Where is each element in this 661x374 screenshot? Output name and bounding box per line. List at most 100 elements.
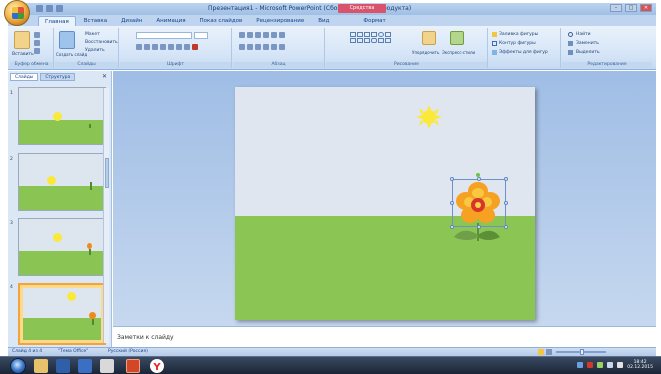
slides-panel-scrollbar[interactable]	[103, 88, 109, 343]
line-spacing-icon[interactable]	[271, 32, 277, 38]
resize-handle-nw[interactable]	[450, 177, 454, 181]
tab-review[interactable]: Рецензирование	[250, 16, 310, 26]
arrange-button[interactable]	[422, 31, 436, 45]
close-panel-icon[interactable]: ✕	[102, 73, 107, 80]
font-name-field[interactable]	[136, 32, 192, 39]
shape-fill-button[interactable]: Заливка фигуры	[499, 32, 538, 37]
redo-icon[interactable]	[56, 5, 63, 12]
resize-handle-s[interactable]	[477, 225, 481, 229]
minimize-button[interactable]: –	[610, 4, 622, 12]
cut-icon[interactable]	[34, 32, 40, 38]
zoom-slider-knob[interactable]	[580, 349, 584, 355]
slide-thumbnail-2[interactable]	[18, 153, 106, 211]
slide-canvas[interactable]	[235, 87, 535, 320]
bold-icon[interactable]	[136, 44, 142, 50]
text-direction-icon[interactable]	[279, 32, 285, 38]
volume-tray-icon[interactable]	[607, 362, 614, 368]
office-button[interactable]	[4, 0, 30, 26]
resize-handle-ne[interactable]	[504, 177, 508, 181]
shape-heart-icon[interactable]	[378, 38, 384, 43]
paste-button[interactable]	[14, 31, 30, 49]
shape-arrow-icon[interactable]	[371, 32, 377, 37]
shadow-icon[interactable]	[168, 44, 174, 50]
explorer-icon[interactable]	[34, 359, 48, 373]
language-tray-icon[interactable]	[577, 362, 584, 368]
shape-more-icon[interactable]	[385, 38, 391, 43]
font-size-field[interactable]	[194, 32, 208, 39]
smartart-icon[interactable]	[279, 44, 285, 50]
notes-pane[interactable]: Заметки к слайду	[113, 326, 656, 347]
resize-handle-sw[interactable]	[450, 225, 454, 229]
shape-brace-icon[interactable]	[350, 38, 356, 43]
spacing-icon[interactable]	[176, 44, 182, 50]
start-button[interactable]	[10, 358, 26, 374]
shape-outline-button[interactable]: Контур фигуры	[499, 41, 536, 46]
security-tray-icon[interactable]	[587, 362, 594, 368]
justify-icon[interactable]	[263, 44, 269, 50]
tab-home[interactable]: Главная	[38, 16, 76, 26]
shapes-gallery[interactable]	[350, 32, 391, 43]
close-button[interactable]: ✕	[640, 4, 652, 12]
resize-handle-n[interactable]	[477, 177, 481, 181]
view-normal-icon[interactable]	[538, 349, 544, 355]
shape-star-icon[interactable]	[357, 38, 363, 43]
language-indicator[interactable]: Русский (Россия)	[108, 349, 148, 354]
shape-rect-icon[interactable]	[350, 32, 356, 37]
tab-format[interactable]: Формат	[357, 16, 391, 26]
network-tray-icon[interactable]	[597, 362, 604, 368]
media-player-icon[interactable]	[56, 359, 70, 373]
tab-animation[interactable]: Анимация	[150, 16, 191, 26]
save-icon[interactable]	[36, 5, 43, 12]
bullets-icon[interactable]	[239, 32, 245, 38]
format-painter-icon[interactable]	[34, 48, 40, 54]
shape-oval-icon[interactable]	[378, 32, 384, 37]
tab-insert[interactable]: Вставка	[78, 16, 113, 26]
copy-icon[interactable]	[34, 40, 40, 46]
font-color-icon[interactable]	[192, 44, 198, 50]
powerpoint-icon[interactable]	[126, 359, 140, 373]
taskbar-clock[interactable]: 18:42 02.12.2015	[627, 360, 653, 370]
new-slide-button[interactable]	[59, 31, 75, 49]
shape-rect-icon[interactable]	[357, 32, 363, 37]
sun-shape[interactable]	[413, 105, 445, 129]
scrollbar-thumb[interactable]	[105, 158, 109, 188]
reset-button[interactable]: Восстановить	[85, 40, 118, 45]
slide-thumbnail-4[interactable]	[18, 283, 106, 345]
view-sorter-icon[interactable]	[546, 349, 552, 355]
select-button[interactable]: Выделить	[576, 50, 600, 55]
shape-rounded-icon[interactable]	[371, 38, 377, 43]
increase-indent-icon[interactable]	[263, 32, 269, 38]
strikethrough-icon[interactable]	[160, 44, 166, 50]
align-right-icon[interactable]	[255, 44, 261, 50]
delete-slide-button[interactable]: Удалить	[85, 48, 105, 53]
columns-icon[interactable]	[271, 44, 277, 50]
layout-button[interactable]: Макет	[85, 32, 100, 37]
decrease-indent-icon[interactable]	[255, 32, 261, 38]
tab-outline[interactable]: Структура	[40, 73, 76, 81]
resize-handle-e[interactable]	[504, 201, 508, 205]
italic-icon[interactable]	[144, 44, 150, 50]
find-button[interactable]: Найти	[576, 32, 591, 37]
replace-button[interactable]: Заменить	[576, 41, 599, 46]
tab-design[interactable]: Дизайн	[115, 16, 148, 26]
resize-handle-w[interactable]	[450, 201, 454, 205]
shape-effects-button[interactable]: Эффекты для фигур	[499, 50, 548, 55]
flower-object[interactable]	[448, 173, 508, 251]
maximize-button[interactable]: □	[625, 4, 637, 12]
shape-line-icon[interactable]	[364, 32, 370, 37]
word-icon[interactable]	[78, 359, 92, 373]
undo-icon[interactable]	[46, 5, 53, 12]
flag-tray-icon[interactable]	[617, 362, 624, 368]
tab-view[interactable]: Вид	[312, 16, 335, 26]
slide-thumbnail-1[interactable]	[18, 87, 106, 145]
shape-callout-icon[interactable]	[364, 38, 370, 43]
quick-styles-button[interactable]	[450, 31, 464, 45]
paint-icon[interactable]	[100, 359, 114, 373]
align-left-icon[interactable]	[239, 44, 245, 50]
case-icon[interactable]	[184, 44, 190, 50]
align-center-icon[interactable]	[247, 44, 253, 50]
tab-slides[interactable]: Слайды	[10, 73, 39, 81]
yandex-browser-icon[interactable]: Y	[150, 359, 164, 373]
underline-icon[interactable]	[152, 44, 158, 50]
numbering-icon[interactable]	[247, 32, 253, 38]
